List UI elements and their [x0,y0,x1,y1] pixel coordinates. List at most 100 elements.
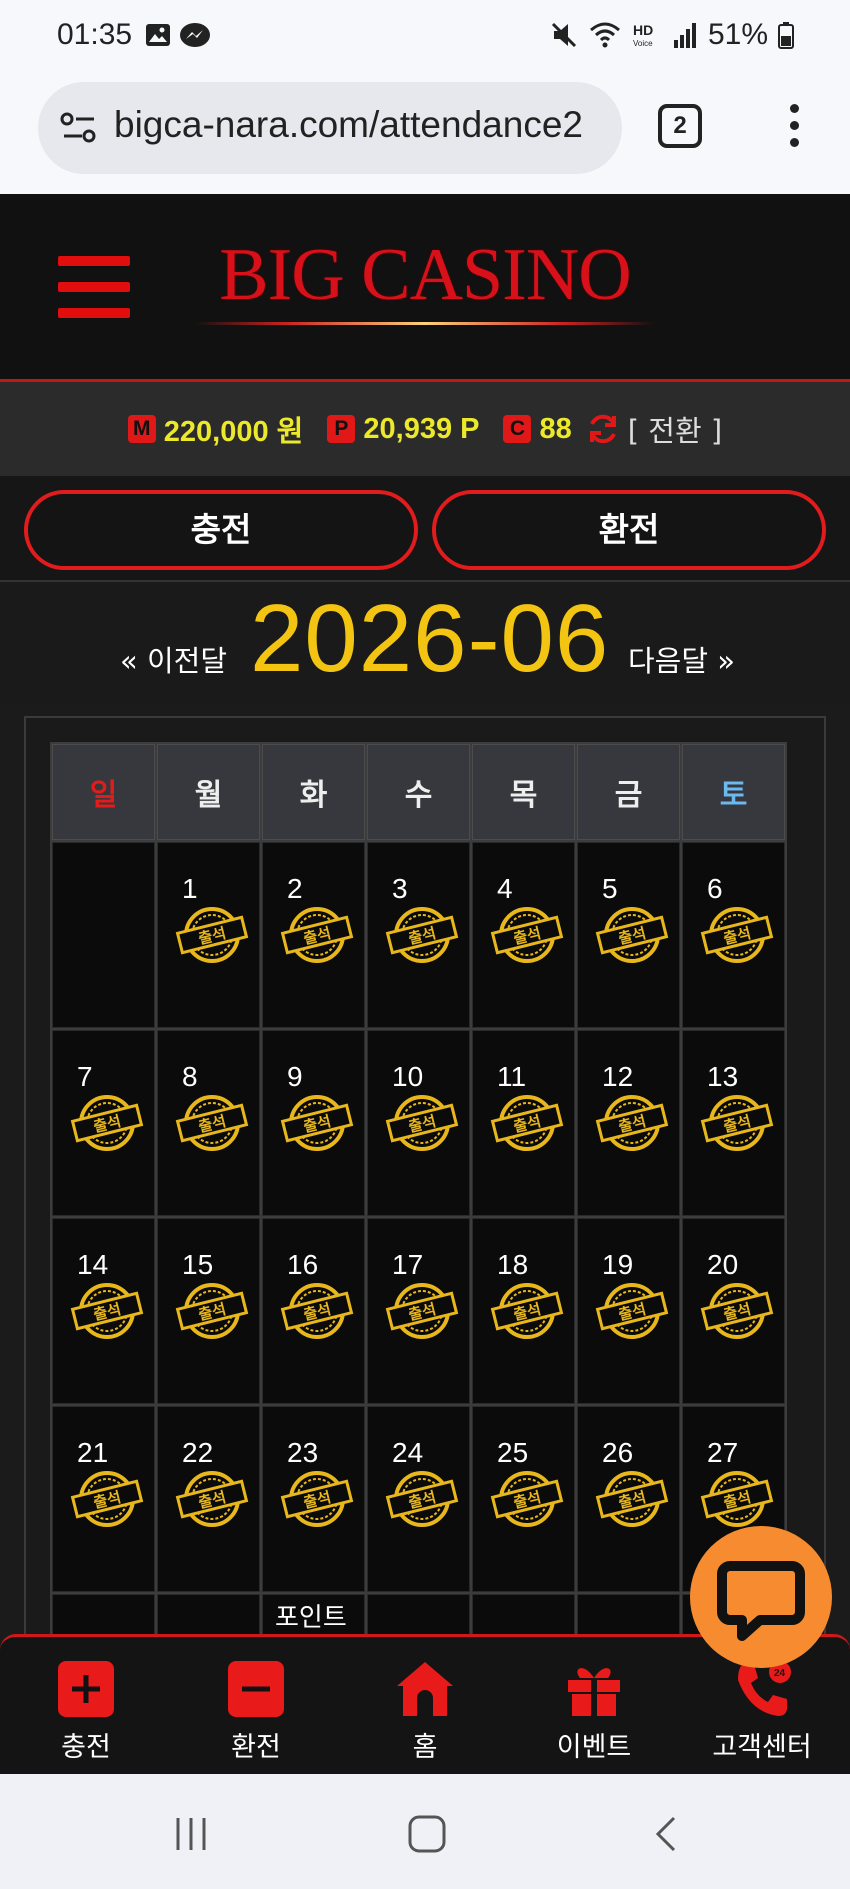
attendance-stamp-icon: 출석 [280,907,354,963]
chat-icon [717,1561,805,1641]
signal-icon [673,23,696,48]
calendar-day-4[interactable]: 4 출석 [472,842,575,1028]
nav-withdraw-label: 환전 [231,1732,281,1763]
chat-button[interactable] [690,1526,832,1668]
day-number: 23 [287,1437,319,1468]
home-system-icon[interactable] [407,1814,447,1854]
address-bar[interactable]: bigca-nara.com/attendance2 [38,82,622,174]
attendance-stamp-icon: 출석 [595,1471,669,1527]
site-settings-icon[interactable] [60,110,98,146]
nav-deposit[interactable]: 충전 [16,1657,156,1764]
day-number: 14 [77,1249,109,1280]
nav-home-label: 홈 [412,1732,438,1763]
minus-icon [186,1657,326,1721]
nav-deposit-label: 충전 [61,1732,111,1763]
site-header: BIG CASINO [0,194,850,382]
calendar-day-20[interactable]: 20 출석 [682,1218,785,1404]
attendance-stamp-icon: 출석 [595,1095,669,1151]
logo-underline [195,322,655,325]
calendar-day-23[interactable]: 23 출석 [262,1406,365,1592]
nav-event-label: 이벤트 [556,1732,632,1763]
browser-menu-icon[interactable] [784,104,804,154]
calendar-week-row: 1 출석 2 출석 3 출석 4 출석 5 출석 6 출석 [52,842,785,1028]
home-icon [355,1657,495,1721]
calendar-day-21[interactable]: 21 출석 [52,1406,155,1592]
attendance-stamp-icon: 출석 [280,1471,354,1527]
browser-toolbar: bigca-nara.com/attendance2 2 [0,74,850,194]
calendar-day-10[interactable]: 10 출석 [367,1030,470,1216]
calendar-day-12[interactable]: 12 출석 [577,1030,680,1216]
calendar-body: 1 출석 2 출석 3 출석 4 출석 5 출석 6 출석 7 출석 8 출석 9 출석 10 출석 11 출석 12 출석 1… [52,842,785,1654]
calendar-day-15[interactable]: 15 출석 [157,1218,260,1404]
calendar-day-17[interactable]: 17 출석 [367,1218,470,1404]
weekday-header-row: 일 월 화 수 목 금 토 [52,744,785,840]
day-number: 18 [497,1249,529,1280]
withdraw-button[interactable]: 환전 [432,490,826,570]
status-right: HD Voice 51% [550,18,794,52]
next-month-link[interactable]: 다음달 » [628,638,735,680]
day-number: 1 [182,873,198,904]
calendar-day-11[interactable]: 11 출석 [472,1030,575,1216]
deposit-button[interactable]: 충전 [24,490,418,570]
weekday-wed: 수 [367,744,470,840]
weekday-thu: 목 [472,744,575,840]
calendar-day-26[interactable]: 26 출석 [577,1406,680,1592]
attendance-stamp-icon: 출석 [385,907,459,963]
calendar-day-1[interactable]: 1 출석 [157,842,260,1028]
calendar-day-24[interactable]: 24 출석 [367,1406,470,1592]
day-number: 20 [707,1249,739,1280]
back-icon[interactable] [650,1814,680,1854]
site-logo[interactable]: BIG CASINO [195,238,655,325]
month-navigation: « 이전달 2026-06 다음달 » [0,584,850,704]
nav-event[interactable]: 이벤트 [524,1657,664,1764]
calendar-day-7[interactable]: 7 출석 [52,1030,155,1216]
prev-month-link[interactable]: « 이전달 [120,638,227,680]
nav-support[interactable]: 24 고객센터 [692,1657,832,1764]
recent-apps-icon[interactable] [172,1814,212,1854]
calendar-day-9[interactable]: 9 출석 [262,1030,365,1216]
day-number: 24 [392,1437,424,1468]
attendance-stamp-icon: 출석 [175,907,249,963]
weekday-mon: 월 [157,744,260,840]
attendance-stamp-icon: 출석 [175,1095,249,1151]
calendar-day-18[interactable]: 18 출석 [472,1218,575,1404]
calendar-day-14[interactable]: 14 출석 [52,1218,155,1404]
day-number: 11 [497,1061,527,1092]
day-number: 19 [602,1249,634,1280]
url-text[interactable]: bigca-nara.com/attendance2 [114,104,583,146]
calendar-day-19[interactable]: 19 출석 [577,1218,680,1404]
calendar-day-13[interactable]: 13 출석 [682,1030,785,1216]
refresh-icon[interactable] [586,412,620,446]
attendance-stamp-icon: 출석 [385,1283,459,1339]
calendar-day-8[interactable]: 8 출석 [157,1030,260,1216]
tab-switcher-button[interactable]: 2 [658,104,702,148]
day-number: 10 [392,1061,424,1092]
day-number: 17 [392,1249,424,1280]
attendance-stamp-icon: 출석 [595,1283,669,1339]
convert-link[interactable]: [ 전환 ] [628,408,722,450]
hamburger-menu-icon[interactable] [58,256,130,320]
calendar-day-3[interactable]: 3 출석 [367,842,470,1028]
calendar-day-16[interactable]: 16 출석 [262,1218,365,1404]
calendar-day-25[interactable]: 25 출석 [472,1406,575,1592]
calendar-day-6[interactable]: 6 출석 [682,842,785,1028]
nav-withdraw[interactable]: 환전 [186,1657,326,1764]
image-icon [146,24,170,46]
status-bar: 01:35 HD Voice 51% [0,0,850,74]
month-title: 2026-06 [250,585,610,692]
calendar-day-2[interactable]: 2 출석 [262,842,365,1028]
day-number: 5 [602,873,618,904]
calendar-table: 일 월 화 수 목 금 토 1 출석 2 출석 3 출석 4 출석 5 출석 6 출석 7 출석 8 출석 9 출… [50,742,787,1656]
day-number: 7 [77,1061,93,1092]
calendar-week-row: 21 출석 22 출석 23 출석 24 출석 25 출석 26 출석 27 출석 [52,1406,785,1592]
system-navigation-bar [0,1774,850,1889]
nav-home[interactable]: 홈 [355,1657,495,1764]
logo-text: BIG CASINO [219,234,631,316]
point-badge: P [327,415,356,443]
calendar-day-22[interactable]: 22 출석 [157,1406,260,1592]
day-number: 27 [707,1437,739,1468]
svg-text:Voice: Voice [633,39,653,48]
day-number: 13 [707,1061,739,1092]
calendar-day-5[interactable]: 5 출석 [577,842,680,1028]
attendance-stamp-icon: 출석 [490,907,564,963]
